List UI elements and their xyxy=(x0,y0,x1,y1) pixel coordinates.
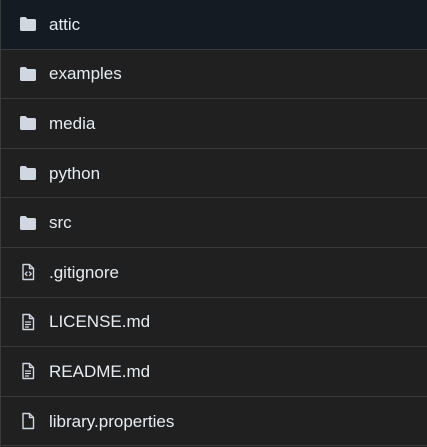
file-name[interactable]: README.md xyxy=(49,363,150,380)
file-row-python[interactable]: python xyxy=(1,149,427,199)
file-row-media[interactable]: media xyxy=(1,99,427,149)
folder-icon xyxy=(18,113,38,133)
text-file-icon xyxy=(18,361,38,381)
folder-icon xyxy=(18,64,38,84)
file-row-gitignore[interactable]: .gitignore xyxy=(1,248,427,298)
code-file-icon xyxy=(18,262,38,282)
file-icon xyxy=(18,411,38,431)
file-list: attic examples media python src .gitigno… xyxy=(0,0,427,447)
file-name[interactable]: examples xyxy=(49,65,122,82)
file-row-license[interactable]: LICENSE.md xyxy=(1,298,427,348)
folder-icon xyxy=(18,213,38,233)
file-name[interactable]: attic xyxy=(49,16,80,33)
folder-icon xyxy=(18,14,38,34)
file-name[interactable]: LICENSE.md xyxy=(49,313,150,330)
file-row-attic[interactable]: attic xyxy=(1,0,427,50)
file-name[interactable]: python xyxy=(49,165,100,182)
file-name[interactable]: .gitignore xyxy=(49,264,119,281)
file-row-readme[interactable]: README.md xyxy=(1,347,427,397)
folder-icon xyxy=(18,163,38,183)
file-name[interactable]: src xyxy=(49,214,72,231)
file-name[interactable]: library.properties xyxy=(49,413,174,430)
file-row-examples[interactable]: examples xyxy=(1,50,427,100)
text-file-icon xyxy=(18,312,38,332)
file-row-src[interactable]: src xyxy=(1,198,427,248)
file-name[interactable]: media xyxy=(49,115,95,132)
file-row-library-properties[interactable]: library.properties xyxy=(1,397,427,447)
